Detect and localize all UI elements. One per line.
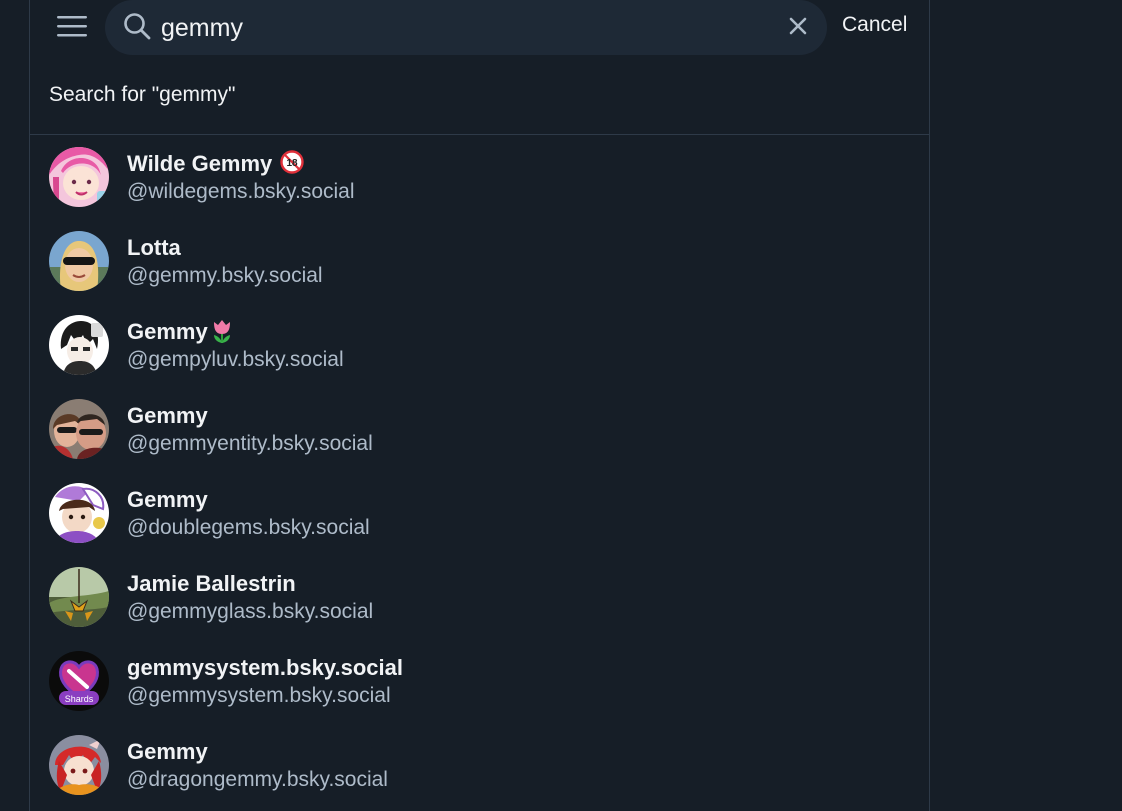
user-names: Gemmy @doublegems.bsky.social — [127, 486, 370, 542]
display-name: Gemmy — [127, 487, 208, 512]
avatar — [49, 399, 109, 459]
avatar — [49, 147, 109, 207]
user-names: Wilde Gemmy 18 @wildegems.bsky.social — [127, 150, 355, 206]
user-result-row[interactable]: Wilde Gemmy 18 @wildegems.bsky.social — [30, 135, 929, 219]
user-handle: @gemmyentity.bsky.social — [127, 432, 373, 455]
user-handle: @gemmyglass.bsky.social — [127, 600, 374, 623]
menu-button[interactable] — [54, 8, 90, 44]
user-result-row[interactable]: Jamie Ballestrin @gemmyglass.bsky.social — [30, 555, 929, 639]
tulip-icon — [213, 320, 230, 343]
search-box[interactable] — [105, 0, 827, 55]
user-result-row[interactable]: Lotta @gemmy.bsky.social — [30, 219, 929, 303]
search-input[interactable] — [161, 10, 761, 46]
display-name: Gemmy — [127, 739, 208, 764]
search-header: Cancel — [30, 0, 929, 55]
avatar — [49, 231, 109, 291]
display-name: gemmysystem.bsky.social — [127, 655, 403, 680]
search-for-query-link[interactable]: Search for "gemmy" — [49, 83, 235, 107]
avatar — [49, 735, 109, 795]
user-names: Gemmy @gempyluv.bsky.social — [127, 318, 344, 374]
user-handle: @gemmysystem.bsky.social — [127, 684, 391, 707]
display-name: Lotta — [127, 235, 181, 260]
app-page: Cancel Search for "gemmy" — [0, 0, 1122, 811]
avatar — [49, 315, 109, 375]
display-name: Gemmy — [127, 403, 208, 428]
search-results-list: Wilde Gemmy 18 @wildegems.bsky.social Lo… — [30, 135, 929, 807]
user-handle: @doublegems.bsky.social — [127, 516, 370, 539]
search-icon — [124, 13, 151, 40]
clear-search-icon[interactable] — [785, 13, 811, 39]
user-handle: @wildegems.bsky.social — [127, 180, 355, 203]
display-name: Wilde Gemmy 18 — [127, 150, 355, 178]
user-names: Jamie Ballestrin @gemmyglass.bsky.social — [127, 570, 373, 626]
user-handle: @gemmy.bsky.social — [127, 264, 323, 287]
avatar-label: Shards — [65, 694, 94, 704]
display-name: Gemmy — [127, 318, 344, 346]
user-handle: @gempyluv.bsky.social — [127, 348, 344, 371]
user-names: Lotta @gemmy.bsky.social — [127, 234, 323, 290]
user-result-row[interactable]: Shards gemmysystem.bsky.social @gemmysys… — [30, 639, 929, 723]
avatar — [49, 483, 109, 543]
avatar: Shards — [49, 651, 109, 711]
avatar — [49, 567, 109, 627]
18-plus-icon: 18 — [280, 150, 304, 174]
user-result-row[interactable]: Gemmy @gemmyentity.bsky.social — [30, 387, 929, 471]
user-result-row[interactable]: Gemmy @dragongemmy.bsky.social — [30, 723, 929, 807]
svg-text:18: 18 — [287, 158, 299, 169]
search-panel: Cancel Search for "gemmy" — [29, 0, 930, 811]
user-handle: @dragongemmy.bsky.social — [127, 768, 388, 791]
cancel-button[interactable]: Cancel — [842, 13, 907, 37]
user-names: Gemmy @dragongemmy.bsky.social — [127, 738, 388, 794]
user-names: Gemmy @gemmyentity.bsky.social — [127, 402, 373, 458]
user-result-row[interactable]: Gemmy @doublegems.bsky.social — [30, 471, 929, 555]
user-result-row[interactable]: Gemmy @gempyluv.bsky.social — [30, 303, 929, 387]
hamburger-icon — [57, 16, 87, 37]
display-name: Jamie Ballestrin — [127, 571, 296, 596]
user-names: gemmysystem.bsky.social @gemmysystem.bsk… — [127, 654, 403, 710]
